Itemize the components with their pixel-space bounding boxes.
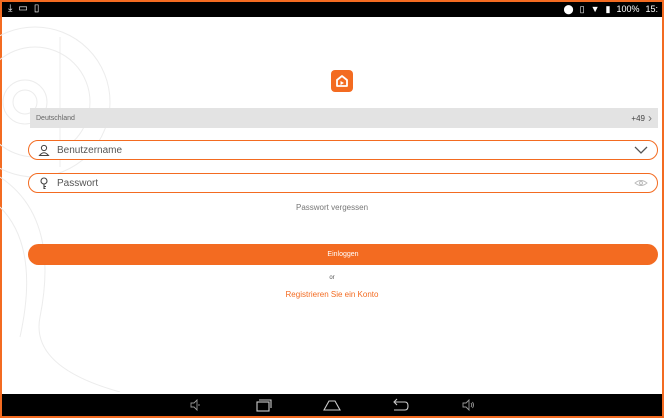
battery-percent: 100% <box>616 4 640 14</box>
country-name: Deutschland <box>36 114 75 122</box>
chevron-down-icon[interactable] <box>633 143 649 157</box>
user-icon <box>37 143 51 157</box>
status-bar: ⤓ ▭ ▯ ⬤ ▯ ▼ ▮ 100% 15: <box>0 0 664 17</box>
key-icon <box>37 176 51 190</box>
login-button[interactable]: Einloggen <box>28 244 658 265</box>
password-input[interactable] <box>57 177 633 189</box>
clock: 15: <box>645 4 658 14</box>
recent-apps-icon[interactable] <box>253 397 275 413</box>
location-icon: ⬤ <box>563 4 574 14</box>
register-link[interactable]: Registrieren Sie ein Konto <box>0 290 664 299</box>
wifi-icon: ▼ <box>590 4 600 14</box>
or-separator: or <box>329 275 335 281</box>
back-icon[interactable] <box>389 397 411 413</box>
clipboard-icon: ▯ <box>33 3 40 14</box>
volume-down-icon[interactable] <box>185 397 207 413</box>
app-logo <box>331 70 353 92</box>
country-selector[interactable]: Deutschland +49 › <box>30 108 658 128</box>
battery-icon: ▮ <box>605 4 611 14</box>
chevron-right-icon: › <box>648 111 652 125</box>
forgot-password-link[interactable]: Passwort vergessen <box>0 203 664 212</box>
eye-icon[interactable] <box>633 176 649 190</box>
vibrate-icon: ▯ <box>579 4 585 14</box>
username-input[interactable] <box>57 144 633 156</box>
volume-up-icon[interactable] <box>457 397 479 413</box>
navigation-bar <box>0 394 664 418</box>
home-icon[interactable] <box>321 397 343 413</box>
download-icon: ⤓ <box>8 3 13 14</box>
username-field[interactable] <box>28 140 658 160</box>
password-field[interactable] <box>28 173 658 193</box>
country-code: +49 <box>631 113 645 123</box>
home-camera-icon <box>336 75 348 87</box>
image-icon: ▭ <box>18 3 28 14</box>
